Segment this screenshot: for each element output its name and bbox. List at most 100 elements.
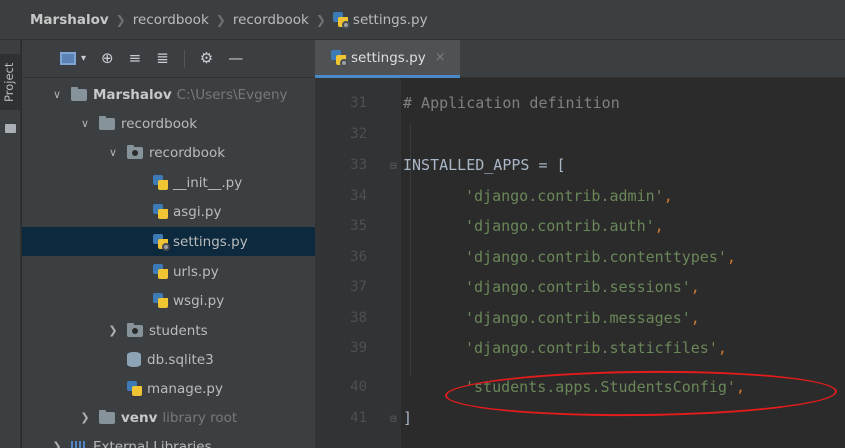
- code-line: 35 'django.contrib.auth',: [315, 211, 845, 241]
- chevron-right-icon[interactable]: ❯: [78, 411, 92, 424]
- breadcrumb-file[interactable]: settings.py: [353, 12, 428, 28]
- breadcrumb: Marshalov ❯ recordbook ❯ recordbook ❯ se…: [0, 0, 845, 40]
- breadcrumb-project[interactable]: Marshalov: [30, 12, 109, 28]
- code-comma: ,: [726, 248, 736, 266]
- tree-item-label: db.sqlite3: [147, 351, 214, 368]
- fold-marker-icon[interactable]: ⊟: [390, 412, 397, 425]
- tree-item-hint: library root: [162, 409, 238, 426]
- tree-item-path: C:\Users\Evgeny: [176, 86, 288, 103]
- python-file-icon: [127, 380, 143, 397]
- tree-item-venv[interactable]: ❯ venv library root: [22, 403, 315, 432]
- tree-item-urls[interactable]: urls.py: [22, 257, 315, 286]
- line-number: 39: [350, 340, 367, 356]
- database-file-icon: [127, 352, 141, 367]
- chevron-down-icon[interactable]: ∨: [78, 117, 92, 130]
- code-comma: ,: [690, 278, 700, 296]
- chevron-right-icon[interactable]: ❯: [50, 440, 64, 448]
- code-comment: # Application definition: [403, 94, 620, 112]
- chevron-right-icon: ❯: [215, 12, 226, 27]
- tree-item-label: External Libraries: [93, 438, 212, 448]
- code-comma: ,: [654, 217, 664, 235]
- tree-item-init[interactable]: __init__.py: [22, 168, 315, 197]
- toolbar-divider: [183, 49, 185, 68]
- code-bracket: ]: [403, 409, 413, 427]
- code-string: 'django.contrib.staticfiles': [465, 339, 718, 357]
- dropdown-icon[interactable]: ▾: [81, 51, 86, 66]
- folder-icon: [71, 86, 87, 101]
- code-line: 38 'django.contrib.messages',: [315, 303, 845, 333]
- expand-all-icon[interactable]: ≡: [129, 51, 142, 66]
- tree-item-label: Marshalov: [93, 86, 172, 103]
- close-icon[interactable]: ×: [435, 50, 446, 65]
- line-number: 37: [350, 279, 367, 295]
- tree-item-label: asgi.py: [173, 203, 222, 220]
- code-line: 34 'django.contrib.admin',: [315, 181, 845, 211]
- project-view-icon[interactable]: [60, 52, 76, 65]
- tree-item-wsgi[interactable]: wsgi.py: [22, 286, 315, 315]
- breadcrumb-folder[interactable]: recordbook: [133, 12, 209, 28]
- tree-item-label: settings.py: [173, 233, 248, 250]
- collapse-all-icon[interactable]: ≣: [156, 51, 169, 66]
- line-number: 36: [350, 249, 367, 265]
- tree-item-root[interactable]: ∨ Marshalov C:\Users\Evgeny: [22, 80, 315, 109]
- tree-item-label: __init__.py: [173, 174, 243, 191]
- tree-item-recordbook[interactable]: ∨ recordbook: [22, 109, 315, 138]
- tree-item-db[interactable]: db.sqlite3: [22, 345, 315, 374]
- tree-item-external-libraries[interactable]: ❯ External Libraries: [22, 432, 315, 448]
- project-toolbar: ▾ ⊕ ≡ ≣ ⚙ —: [22, 40, 315, 78]
- locate-icon[interactable]: ⊕: [101, 51, 114, 66]
- tree-item-settings[interactable]: settings.py: [22, 227, 315, 256]
- package-icon: [127, 144, 143, 159]
- line-number: 41: [350, 410, 367, 426]
- hide-icon[interactable]: —: [228, 51, 243, 66]
- code-line: 32: [315, 119, 845, 149]
- tree-item-label: venv: [121, 409, 158, 426]
- code-line: 39 'django.contrib.staticfiles',: [315, 333, 845, 363]
- breadcrumb-subfolder[interactable]: recordbook: [233, 12, 309, 28]
- folder-icon: [99, 115, 115, 130]
- tree-item-students[interactable]: ❯ students: [22, 316, 315, 345]
- python-file-icon: [153, 233, 170, 251]
- structure-icon[interactable]: [5, 124, 16, 133]
- tree-item-label: recordbook: [149, 144, 226, 161]
- project-tab-label[interactable]: Project: [2, 63, 16, 102]
- code-string: 'django.contrib.messages': [465, 309, 691, 327]
- line-number: 34: [350, 188, 367, 204]
- tree-item-label: urls.py: [173, 263, 219, 280]
- tree-item-manage[interactable]: manage.py: [22, 374, 315, 403]
- python-file-icon: [331, 49, 348, 67]
- line-number: 38: [350, 310, 367, 326]
- tree-item-asgi[interactable]: asgi.py: [22, 197, 315, 226]
- python-file-icon: [153, 174, 169, 191]
- folder-icon: [99, 409, 115, 424]
- python-file-icon: [153, 292, 169, 309]
- line-number: 33: [350, 157, 367, 173]
- code-comma: ,: [690, 309, 700, 327]
- code-string: 'django.contrib.contenttypes': [465, 248, 727, 266]
- tab-settings[interactable]: settings.py ×: [315, 40, 460, 78]
- tree-item-label: manage.py: [147, 380, 223, 397]
- tool-window-strip: Project: [0, 40, 21, 448]
- package-icon: [127, 322, 143, 337]
- line-number: 40: [350, 379, 367, 395]
- python-file-icon: [153, 203, 169, 220]
- code-line: 37 'django.contrib.sessions',: [315, 272, 845, 302]
- code-assignment: INSTALLED_APPS = [: [403, 156, 566, 174]
- library-icon: [71, 440, 87, 448]
- python-file-icon: [153, 263, 169, 280]
- tree-item-recordbook-package[interactable]: ∨ recordbook: [22, 138, 315, 167]
- fold-marker-icon[interactable]: ⊟: [390, 159, 397, 172]
- code-line: 31 # Application definition: [315, 88, 845, 118]
- line-number: 31: [350, 95, 367, 111]
- code-line: 36 'django.contrib.contenttypes',: [315, 242, 845, 272]
- chevron-right-icon[interactable]: ❯: [106, 324, 120, 337]
- tree-item-label: students: [149, 322, 208, 339]
- code-string: 'django.contrib.admin': [465, 187, 664, 205]
- code-comma: ,: [663, 187, 673, 205]
- line-number: 32: [350, 126, 367, 142]
- code-comma: ,: [717, 339, 727, 357]
- gear-icon[interactable]: ⚙: [200, 51, 213, 66]
- chevron-down-icon[interactable]: ∨: [106, 146, 120, 159]
- chevron-down-icon[interactable]: ∨: [50, 88, 64, 101]
- editor-tab-bar: settings.py ×: [315, 40, 845, 78]
